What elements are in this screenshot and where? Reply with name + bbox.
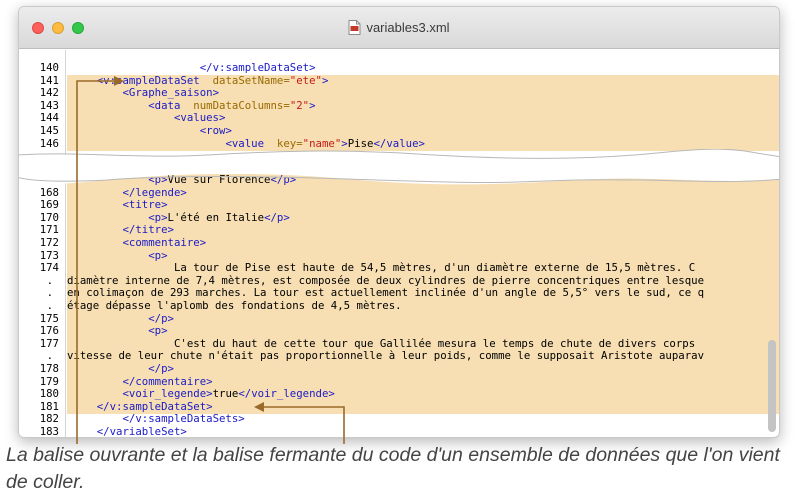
line-number: 172 [39, 236, 59, 249]
code-line[interactable]: 176 <p> [19, 324, 779, 338]
torn-page-divider [19, 149, 779, 185]
window-title-wrap: variables3.xml [19, 20, 779, 35]
code-line[interactable]: 183 </variableSet> [19, 425, 779, 438]
code-line[interactable]: 142 <Graphe_saison> [19, 86, 779, 100]
code-text: <row> [199, 124, 232, 137]
line-number: 178 [39, 362, 59, 375]
window-title: variables3.xml [366, 20, 450, 35]
line-number: . [46, 299, 53, 312]
line-number: 140 [39, 61, 59, 74]
code-line[interactable]: . étage dépasse l'aplomb des fondations d… [19, 299, 779, 313]
code-line[interactable]: 169 <titre> [19, 198, 779, 212]
code-line[interactable]: 172 <commentaire> [19, 236, 779, 250]
line-number: 176 [39, 324, 59, 338]
vertical-scrollbar[interactable] [768, 340, 776, 432]
code-text: <p> [148, 324, 168, 338]
code-text: La tour de Pise est haute de 54,5 mètres… [71, 261, 696, 275]
line-number: 145 [39, 124, 59, 137]
editor-window: variables3.xml 140 </v:sampleDataSet> 141… [18, 6, 780, 438]
code-text: étage dépasse l'aplomb des fondations de… [67, 299, 402, 312]
code-line[interactable]: 174 La tour de Pise est haute de 54,5 mè… [19, 262, 779, 275]
code-text: <commentaire> [122, 236, 207, 249]
code-text: </variableSet> [96, 425, 187, 438]
line-number: 177 [39, 336, 59, 350]
line-number: 183 [39, 425, 59, 438]
figure-caption: La balise ouvrante et la balise fermante… [6, 444, 780, 493]
line-number: 169 [39, 198, 59, 212]
code-editor[interactable]: 140 </v:sampleDataSet> 141 <v:sampleDataS… [19, 50, 779, 437]
line-number: 174 [39, 261, 59, 275]
line-number: 180 [39, 387, 59, 401]
title-bar: variables3.xml [19, 7, 779, 49]
xml-file-icon [348, 20, 361, 35]
line-number: 142 [39, 86, 59, 100]
